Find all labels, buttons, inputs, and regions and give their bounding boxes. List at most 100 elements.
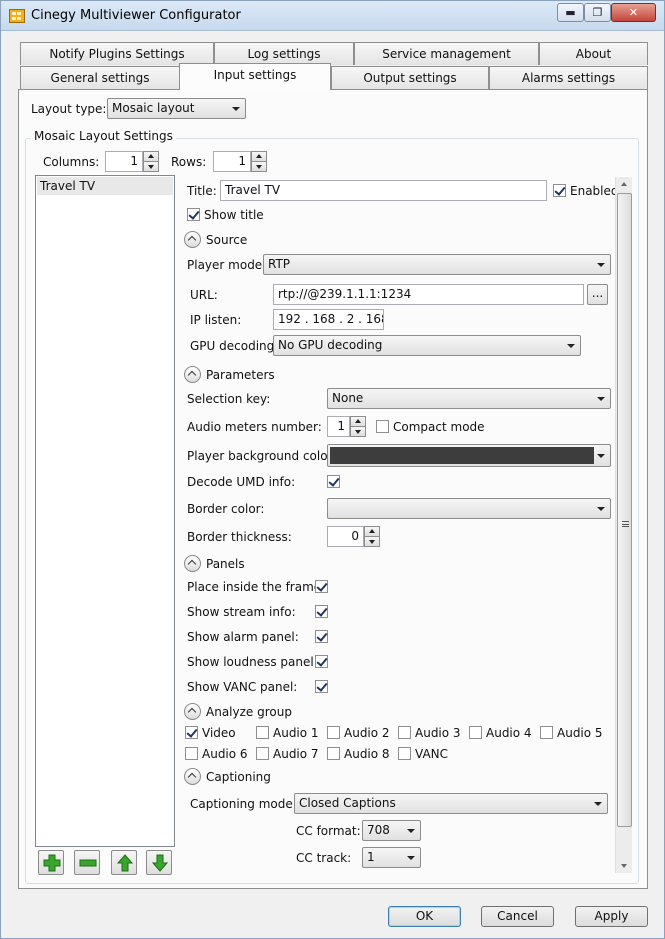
- decode-umd-checkbox[interactable]: [327, 475, 340, 488]
- source-collapse-icon[interactable]: [184, 231, 201, 248]
- player-mode-select[interactable]: RTP: [263, 254, 611, 275]
- minimize-button[interactable]: ▬: [557, 3, 584, 22]
- maximize-button[interactable]: ❐: [584, 3, 611, 22]
- cc-track-value: 1: [367, 850, 375, 864]
- analyze-audio5-label: Audio 5: [557, 726, 603, 740]
- rows-input[interactable]: 1: [213, 151, 251, 172]
- vanc-panel-label: Show VANC panel:: [187, 680, 298, 694]
- analyze-audio8-label: Audio 8: [344, 747, 390, 761]
- tab-general-settings[interactable]: General settings: [20, 66, 180, 89]
- tab-service-management[interactable]: Service management: [354, 42, 539, 65]
- columns-label: Columns:: [43, 155, 100, 169]
- remove-cell-button[interactable]: [74, 850, 100, 875]
- tab-strip: Notify Plugins Settings Log settings Ser…: [20, 42, 648, 90]
- analyze-audio7-checkbox[interactable]: [256, 747, 269, 760]
- show-title-checkbox[interactable]: [187, 208, 200, 221]
- scroll-up-icon[interactable]: [621, 182, 627, 186]
- add-cell-button[interactable]: [38, 850, 64, 875]
- audio-meters-input[interactable]: 1: [327, 416, 350, 437]
- player-bg-color-swatch: [330, 447, 594, 464]
- scroll-down-icon[interactable]: [621, 864, 627, 868]
- tab-output-settings[interactable]: Output settings: [331, 66, 489, 89]
- analyze-video-checkbox[interactable]: [185, 726, 198, 739]
- chevron-down-icon: [407, 829, 415, 833]
- selection-key-label: Selection key:: [187, 392, 271, 406]
- cc-track-label: CC track:: [296, 851, 352, 865]
- analyze-audio4-checkbox[interactable]: [469, 726, 482, 739]
- loudness-panel-checkbox[interactable]: [315, 655, 328, 668]
- mosaic-group-label: Mosaic Layout Settings: [31, 129, 176, 143]
- main-window: Cinegy Multiviewer Configurator ▬ ❐ ✕ No…: [0, 0, 665, 939]
- details-scrollbar[interactable]: [615, 177, 632, 873]
- tab-notify-plugins-settings[interactable]: Notify Plugins Settings: [20, 42, 214, 65]
- analyze-vanc-checkbox[interactable]: [398, 747, 411, 760]
- panels-collapse-icon[interactable]: [184, 555, 201, 572]
- captioning-mode-select[interactable]: Closed Captions: [294, 793, 608, 814]
- analyze-audio6-label: Audio 6: [202, 747, 248, 761]
- columns-input[interactable]: 1: [105, 151, 143, 172]
- player-bg-color-select[interactable]: [327, 444, 611, 467]
- move-up-button[interactable]: [111, 850, 137, 875]
- cc-format-select[interactable]: 708: [362, 820, 421, 841]
- ok-button[interactable]: OK: [388, 906, 461, 927]
- selection-key-select[interactable]: None: [327, 388, 611, 409]
- url-input[interactable]: rtp://@239.1.1.1:1234: [273, 284, 584, 305]
- audio-meters-label: Audio meters number:: [187, 420, 322, 434]
- tab-about[interactable]: About: [539, 42, 648, 65]
- apply-button[interactable]: Apply: [575, 906, 648, 927]
- border-color-label: Border color:: [187, 502, 265, 516]
- rows-label: Rows:: [171, 155, 207, 169]
- chevron-down-icon: [597, 263, 605, 267]
- tab-log-settings[interactable]: Log settings: [214, 42, 354, 65]
- cancel-button[interactable]: Cancel: [481, 906, 554, 927]
- browse-url-button[interactable]: ...: [587, 284, 608, 305]
- parameters-header: Parameters: [206, 368, 275, 382]
- analyze-audio3-checkbox[interactable]: [398, 726, 411, 739]
- title-bar: Cinegy Multiviewer Configurator ▬ ❐ ✕: [1, 1, 664, 31]
- parameters-collapse-icon[interactable]: [184, 366, 201, 383]
- player-mode-label: Player mode:: [187, 258, 267, 272]
- layout-type-select[interactable]: Mosaic layout: [107, 98, 246, 119]
- border-color-select[interactable]: [327, 498, 611, 519]
- source-header: Source: [206, 233, 248, 247]
- columns-stepper[interactable]: [143, 151, 159, 172]
- title-input[interactable]: Travel TV: [220, 180, 547, 201]
- captioning-collapse-icon[interactable]: [184, 768, 201, 785]
- enabled-checkbox[interactable]: [553, 184, 566, 197]
- compact-mode-checkbox[interactable]: [376, 420, 389, 433]
- close-button[interactable]: ✕: [611, 3, 656, 22]
- analyze-audio5-checkbox[interactable]: [540, 726, 553, 739]
- cc-track-select[interactable]: 1: [362, 847, 421, 868]
- place-inside-checkbox[interactable]: [315, 580, 328, 593]
- gpu-decoding-select[interactable]: No GPU decoding: [273, 335, 581, 356]
- analyze-audio2-checkbox[interactable]: [327, 726, 340, 739]
- move-down-button[interactable]: [146, 850, 172, 875]
- rows-stepper[interactable]: [251, 151, 267, 172]
- tab-alarms-settings[interactable]: Alarms settings: [489, 66, 648, 89]
- scrollbar-thumb[interactable]: [617, 193, 632, 827]
- cc-format-label: CC format:: [296, 824, 361, 838]
- compact-mode-label: Compact mode: [393, 420, 485, 434]
- stream-info-checkbox[interactable]: [315, 605, 328, 618]
- plus-icon: [43, 854, 61, 872]
- analyze-audio8-checkbox[interactable]: [327, 747, 340, 760]
- border-thickness-input[interactable]: 0: [327, 526, 364, 547]
- audio-meters-stepper[interactable]: [350, 416, 366, 437]
- border-thickness-label: Border thickness:: [187, 530, 292, 544]
- tab-input-settings[interactable]: Input settings: [179, 63, 331, 90]
- chevron-down-icon: [594, 802, 602, 806]
- enabled-label: Enabled: [570, 184, 619, 198]
- analyze-vanc-label: VANC: [415, 747, 449, 761]
- list-item[interactable]: Travel TV: [37, 177, 173, 195]
- analyze-audio6-checkbox[interactable]: [185, 747, 198, 760]
- vanc-panel-checkbox[interactable]: [315, 680, 328, 693]
- alarm-panel-checkbox[interactable]: [315, 630, 328, 643]
- ip-listen-input[interactable]: 192 . 168 . 2 . 168: [273, 309, 384, 330]
- analyze-audio7-label: Audio 7: [273, 747, 319, 761]
- analyze-group-collapse-icon[interactable]: [184, 703, 201, 720]
- chevron-down-icon: [567, 344, 575, 348]
- cell-list[interactable]: Travel TV: [35, 175, 175, 847]
- chevron-down-icon: [597, 454, 605, 458]
- analyze-audio1-checkbox[interactable]: [256, 726, 269, 739]
- border-thickness-stepper[interactable]: [364, 526, 380, 547]
